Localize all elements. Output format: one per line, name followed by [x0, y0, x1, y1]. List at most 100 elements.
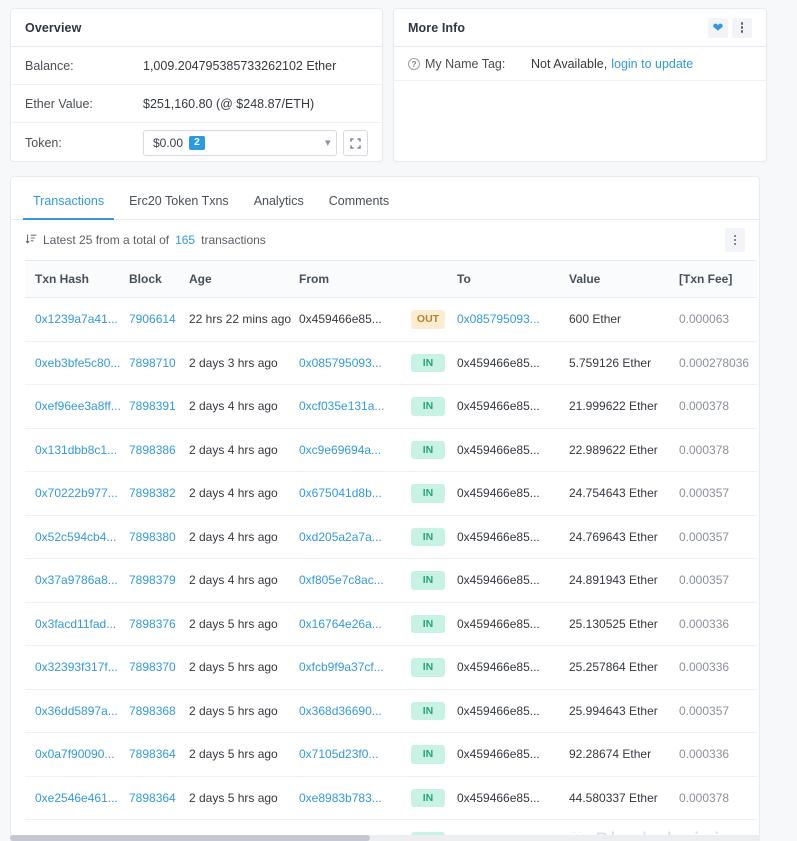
cell-block[interactable]: 7898364 [129, 776, 189, 820]
cell-block[interactable]: 7898382 [129, 471, 189, 516]
tab-erc20-token-txns[interactable]: Erc20 Token Txns [119, 194, 239, 219]
cell-value: 92.28674 Ether [569, 732, 679, 777]
cell-from[interactable]: 0x675041d8b... [299, 471, 411, 516]
cell-block[interactable]: 7898364 [129, 732, 189, 777]
cell-from-link[interactable]: 0xfcb9f9a37cf... [299, 660, 384, 674]
cell-block-link[interactable]: 7898710 [129, 356, 176, 370]
cell-from-link[interactable]: 0xe8983b783... [299, 791, 382, 805]
cell-from[interactable]: 0xd205a2a7a... [299, 515, 411, 559]
question-mark-icon[interactable]: ? [408, 57, 420, 70]
cell-block[interactable]: 7898386 [129, 428, 189, 472]
tab-comments[interactable]: Comments [319, 194, 399, 219]
cell-block[interactable]: 7898391 [129, 384, 189, 429]
expand-icon[interactable] [343, 130, 368, 156]
cell-from[interactable]: 0xe8983b783... [299, 776, 411, 820]
column-header-txn-fee[interactable]: [Txn Fee] [679, 260, 757, 298]
cell-block-link[interactable]: 7906614 [129, 312, 176, 326]
tab-analytics[interactable]: Analytics [244, 194, 314, 219]
column-header-to[interactable]: To [457, 260, 569, 298]
cell-to[interactable]: 0x085795093... [457, 297, 569, 342]
column-header-block[interactable]: Block [129, 260, 189, 298]
cell-block-link[interactable]: 7898382 [129, 486, 176, 500]
cell-from-link[interactable]: 0x085795093... [299, 356, 382, 370]
cell-txn-hash[interactable]: 0x1239a7a41... [25, 297, 129, 342]
cell-block-link[interactable]: 7898364 [129, 791, 176, 805]
cell-txn-hash[interactable]: 0x0a7f90090... [25, 732, 129, 777]
cell-from-link[interactable]: 0x16764e26a... [299, 617, 382, 631]
cell-txn-hash-link[interactable]: 0xeb3bfe5c80... [35, 356, 120, 370]
cell-block[interactable]: 7898710 [129, 341, 189, 385]
cell-block[interactable]: 7898370 [129, 645, 189, 690]
cell-block[interactable]: 7898376 [129, 602, 189, 646]
login-to-update-link[interactable]: login to update [611, 57, 693, 71]
cell-txn-hash[interactable]: 0x70222b977... [25, 471, 129, 516]
cell-txn-hash-link[interactable]: 0xe2546e461... [35, 791, 118, 805]
total-transactions-count[interactable]: 165 [175, 233, 195, 247]
cell-from[interactable]: 0x368d36690... [299, 689, 411, 733]
cell-block-link[interactable]: 7898379 [129, 573, 176, 587]
sort-descending-icon[interactable] [25, 233, 37, 247]
cell-from[interactable]: 0x16764e26a... [299, 602, 411, 646]
cell-from-link[interactable]: 0x7105d23f0... [299, 747, 378, 761]
table-options-menu-icon[interactable] [725, 228, 745, 252]
cell-from-link[interactable]: 0xf805e7c8ac... [299, 573, 384, 587]
cell-value: 24.754643 Ether [569, 471, 679, 516]
cell-block[interactable]: 7898368 [129, 689, 189, 733]
cell-to-link[interactable]: 0x085795093... [457, 312, 540, 326]
cell-txn-hash[interactable]: 0x37a9786a8... [25, 558, 129, 603]
cell-txn-hash-link[interactable]: 0x1239a7a41... [35, 312, 118, 326]
cell-from-link[interactable]: 0xd205a2a7a... [299, 530, 382, 544]
cell-block-link[interactable]: 7898380 [129, 530, 176, 544]
cell-txn-hash-link[interactable]: 0x52c594cb4... [35, 530, 116, 544]
transactions-table: Txn Hash Block Age From To Value [Txn Fe… [25, 260, 757, 841]
cell-txn-hash-link[interactable]: 0x36dd5897a... [35, 704, 118, 718]
cell-age: 2 days 4 hrs ago [189, 558, 299, 603]
tab-transactions[interactable]: Transactions [23, 194, 115, 220]
cell-txn-hash[interactable]: 0xef96ee3a8ff... [25, 384, 129, 429]
cell-txn-hash[interactable]: 0x3facd11fad... [25, 602, 129, 646]
cell-from-link[interactable]: 0x368d36690... [299, 704, 382, 718]
cell-from-link[interactable]: 0xc9e69694a... [299, 443, 381, 457]
cell-txn-hash[interactable]: 0x36dd5897a... [25, 689, 129, 733]
heart-icon[interactable]: ❤ [708, 17, 728, 38]
column-header-value[interactable]: Value [569, 260, 679, 298]
cell-from[interactable]: 0x7105d23f0... [299, 732, 411, 777]
cell-txn-hash-link[interactable]: 0x0a7f90090... [35, 747, 114, 761]
cell-txn-hash-link[interactable]: 0x3facd11fad... [35, 617, 116, 631]
cell-from[interactable]: 0xf805e7c8ac... [299, 558, 411, 603]
cell-from-link[interactable]: 0x675041d8b... [299, 486, 382, 500]
cell-block-link[interactable]: 7898368 [129, 704, 176, 718]
cell-block-link[interactable]: 7898370 [129, 660, 176, 674]
cell-block-link[interactable]: 7898386 [129, 443, 176, 457]
cell-txn-hash[interactable]: 0x131dbb8c1... [25, 428, 129, 472]
token-dropdown[interactable]: $0.00 2 ▾ [143, 130, 338, 156]
cell-txn-hash[interactable]: 0x32393f317f... [25, 645, 129, 690]
column-header-age[interactable]: Age [189, 260, 299, 298]
cell-txn-hash-link[interactable]: 0x32393f317f... [35, 660, 118, 674]
cell-txn-hash[interactable]: 0x52c594cb4... [25, 515, 129, 559]
tab-bar: Transactions Erc20 Token Txns Analytics … [11, 177, 759, 220]
cell-to: 0x459466e85... [457, 558, 569, 603]
cell-block[interactable]: 7898379 [129, 558, 189, 603]
cell-from[interactable]: 0xc9e69694a... [299, 428, 411, 472]
cell-block[interactable]: 7898380 [129, 515, 189, 559]
cell-block[interactable]: 7906614 [129, 297, 189, 342]
cell-txn-hash[interactable]: 0xe2546e461... [25, 776, 129, 820]
cell-block-link[interactable]: 7898376 [129, 617, 176, 631]
cell-txn-hash-link[interactable]: 0x70222b977... [35, 486, 118, 500]
horizontal-scrollbar[interactable] [10, 835, 760, 841]
vertical-dots-icon[interactable] [732, 17, 752, 38]
cell-from[interactable]: 0xfcb9f9a37cf... [299, 645, 411, 690]
cell-from[interactable]: 0xcf035e131a... [299, 384, 411, 429]
cell-txn-hash-link[interactable]: 0x37a9786a8... [35, 573, 118, 587]
column-header-from[interactable]: From [299, 260, 411, 298]
cell-from[interactable]: 0x085795093... [299, 341, 411, 385]
cell-txn-hash-link[interactable]: 0x131dbb8c1... [35, 443, 117, 457]
cell-txn-hash[interactable]: 0xeb3bfe5c80... [25, 341, 129, 385]
column-header-txn-hash[interactable]: Txn Hash [25, 260, 129, 298]
cell-block-link[interactable]: 7898391 [129, 399, 176, 413]
cell-txn-hash-link[interactable]: 0xef96ee3a8ff... [35, 399, 121, 413]
cell-direction: IN [411, 471, 457, 516]
cell-from-link[interactable]: 0xcf035e131a... [299, 399, 384, 413]
cell-block-link[interactable]: 7898364 [129, 747, 176, 761]
